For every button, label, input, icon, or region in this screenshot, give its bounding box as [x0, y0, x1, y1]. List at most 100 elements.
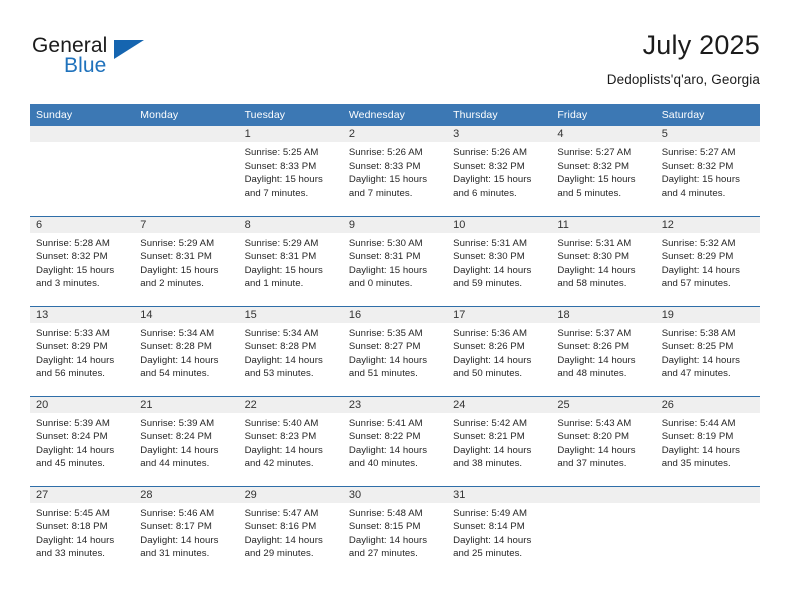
- calendar-day-cell[interactable]: 19 Sunrise: 5:38 AM Sunset: 8:25 PM Dayligh…: [655, 305, 760, 396]
- day-detail-line: and 25 minutes.: [453, 548, 523, 560]
- calendar-day-cell[interactable]: 20 Sunrise: 5:39 AM Sunset: 8:24 PM Dayligh…: [30, 395, 135, 486]
- day-number: 19: [655, 306, 760, 323]
- day-detail-line: Sunset: 8:19 PM: [661, 431, 734, 443]
- calendar-day-cell[interactable]: 28 Sunrise: 5:46 AM Sunset: 8:17 PM Dayligh…: [134, 485, 239, 576]
- day-detail-line: Sunset: 8:14 PM: [453, 521, 525, 533]
- day-detail-line: Daylight: 14 hours: [348, 444, 428, 456]
- day-detail-line: Daylight: 14 hours: [140, 444, 219, 456]
- calendar-day-cell[interactable]: 31 Sunrise: 5:49 AM Sunset: 8:14 PM Dayligh…: [447, 485, 552, 576]
- calendar-day-cell-empty: [30, 126, 135, 216]
- day-details: Sunrise: 5:27 AM Sunset: 8:32 PM Daylight:…: [551, 142, 655, 200]
- day-details: [134, 142, 238, 146]
- calendar-day-cell[interactable]: 26 Sunrise: 5:44 AM Sunset: 8:19 PM Dayligh…: [655, 395, 760, 486]
- calendar-day-cell[interactable]: 6 Sunrise: 5:28 AM Sunset: 8:32 PM Daylight…: [30, 215, 135, 306]
- day-detail-line: Daylight: 15 hours: [348, 264, 428, 276]
- day-details: Sunrise: 5:26 AM Sunset: 8:32 PM Daylight:…: [447, 142, 551, 200]
- calendar-day-cell[interactable]: 4 Sunrise: 5:27 AM Sunset: 8:32 PM Daylight…: [551, 126, 656, 216]
- day-detail-line: Daylight: 14 hours: [453, 444, 532, 456]
- calendar-day-cell-empty: [134, 126, 239, 216]
- day-number: 18: [551, 306, 656, 323]
- day-number: 5: [655, 126, 760, 142]
- day-detail-line: Sunrise: 5:27 AM: [661, 147, 736, 158]
- calendar-day-cell[interactable]: 18 Sunrise: 5:37 AM Sunset: 8:26 PM Dayligh…: [551, 305, 656, 396]
- calendar-day-cell[interactable]: 14 Sunrise: 5:34 AM Sunset: 8:28 PM Dayligh…: [134, 305, 239, 396]
- day-detail-line: Sunset: 8:21 PM: [453, 431, 525, 443]
- day-number: 22: [238, 396, 343, 413]
- day-details: Sunrise: 5:31 AM Sunset: 8:30 PM Daylight:…: [551, 233, 655, 291]
- calendar-day-cell[interactable]: 13 Sunrise: 5:33 AM Sunset: 8:29 PM Dayligh…: [30, 305, 135, 396]
- weekday-header-saturday: Saturday: [655, 104, 760, 126]
- day-detail-line: Sunrise: 5:26 AM: [348, 147, 423, 158]
- calendar-day-cell[interactable]: 10 Sunrise: 5:31 AM Sunset: 8:30 PM Dayligh…: [447, 215, 552, 306]
- calendar-day-cell-empty: [655, 485, 760, 576]
- calendar-day-cell[interactable]: 2 Sunrise: 5:26 AM Sunset: 8:33 PM Daylight…: [342, 126, 448, 216]
- calendar-week-row: 27 Sunrise: 5:45 AM Sunset: 8:18 PM Dayligh…: [30, 485, 760, 576]
- day-detail-line: Sunset: 8:31 PM: [244, 251, 317, 263]
- calendar-week-row: 6 Sunrise: 5:28 AM Sunset: 8:32 PM Daylight…: [30, 215, 760, 306]
- calendar-day-cell[interactable]: 16 Sunrise: 5:35 AM Sunset: 8:27 PM Dayligh…: [342, 305, 448, 396]
- day-detail-line: Daylight: 15 hours: [661, 174, 740, 186]
- day-detail-line: Sunset: 8:31 PM: [348, 251, 421, 263]
- calendar-day-cell[interactable]: 5 Sunrise: 5:27 AM Sunset: 8:32 PM Daylight…: [655, 126, 760, 216]
- calendar-day-cell[interactable]: 23 Sunrise: 5:41 AM Sunset: 8:22 PM Dayligh…: [342, 395, 448, 486]
- day-detail-line: Daylight: 14 hours: [36, 534, 115, 546]
- day-detail-line: and 37 minutes.: [557, 458, 627, 470]
- day-number: 20: [30, 396, 135, 413]
- calendar-day-cell[interactable]: 7 Sunrise: 5:29 AM Sunset: 8:31 PM Daylight…: [134, 215, 239, 306]
- day-detail-line: Sunset: 8:33 PM: [244, 160, 317, 172]
- calendar-day-cell[interactable]: 25 Sunrise: 5:43 AM Sunset: 8:20 PM Dayligh…: [551, 395, 656, 486]
- day-detail-line: and 54 minutes.: [140, 368, 210, 380]
- day-detail-line: Daylight: 15 hours: [244, 264, 323, 276]
- day-detail-line: Sunrise: 5:27 AM: [557, 147, 632, 158]
- calendar-day-cell[interactable]: 27 Sunrise: 5:45 AM Sunset: 8:18 PM Dayligh…: [30, 485, 135, 576]
- day-detail-line: Sunrise: 5:31 AM: [557, 237, 632, 249]
- day-detail-line: Sunrise: 5:31 AM: [453, 237, 527, 249]
- day-detail-line: and 59 minutes.: [453, 278, 523, 290]
- day-detail-line: and 35 minutes.: [661, 458, 731, 470]
- day-detail-line: Sunrise: 5:38 AM: [661, 327, 736, 339]
- day-details: Sunrise: 5:47 AM Sunset: 8:16 PM Daylight:…: [239, 503, 343, 561]
- logo-triangle-icon: [114, 40, 144, 59]
- calendar-day-cell[interactable]: 17 Sunrise: 5:36 AM Sunset: 8:26 PM Dayligh…: [447, 305, 552, 396]
- day-detail-line: Sunset: 8:30 PM: [453, 251, 525, 263]
- calendar-day-cell[interactable]: 30 Sunrise: 5:48 AM Sunset: 8:15 PM Dayligh…: [342, 485, 448, 576]
- day-detail-line: and 42 minutes.: [244, 458, 314, 470]
- calendar-day-cell[interactable]: 1 Sunrise: 5:25 AM Sunset: 8:33 PM Daylight…: [238, 126, 343, 216]
- day-detail-line: and 50 minutes.: [453, 368, 523, 380]
- calendar-day-cell[interactable]: 21 Sunrise: 5:39 AM Sunset: 8:24 PM Dayligh…: [134, 395, 239, 486]
- calendar-day-cell[interactable]: 24 Sunrise: 5:42 AM Sunset: 8:21 PM Dayligh…: [447, 395, 552, 486]
- day-number: 16: [342, 306, 448, 323]
- day-details: Sunrise: 5:25 AM Sunset: 8:33 PM Daylight:…: [239, 142, 343, 200]
- day-detail-line: Sunset: 8:16 PM: [244, 521, 317, 533]
- page-header: General Blue July 2025 Dedoplists'q'aro,…: [30, 28, 760, 96]
- day-details: [656, 503, 760, 507]
- day-detail-line: Sunset: 8:32 PM: [661, 160, 734, 172]
- calendar-day-cell[interactable]: 9 Sunrise: 5:30 AM Sunset: 8:31 PM Daylight…: [342, 215, 448, 306]
- day-details: Sunrise: 5:43 AM Sunset: 8:20 PM Daylight:…: [551, 413, 655, 471]
- day-detail-line: Daylight: 14 hours: [661, 264, 740, 276]
- calendar-day-cell[interactable]: 11 Sunrise: 5:31 AM Sunset: 8:30 PM Dayligh…: [551, 215, 656, 306]
- day-details: Sunrise: 5:27 AM Sunset: 8:32 PM Daylight:…: [656, 142, 760, 200]
- day-detail-line: and 3 minutes.: [36, 278, 100, 290]
- calendar-day-cell[interactable]: 8 Sunrise: 5:29 AM Sunset: 8:31 PM Daylight…: [238, 215, 343, 306]
- day-detail-line: and 51 minutes.: [348, 368, 418, 380]
- day-detail-line: and 44 minutes.: [140, 458, 210, 470]
- calendar-day-cell[interactable]: 22 Sunrise: 5:40 AM Sunset: 8:23 PM Dayligh…: [238, 395, 343, 486]
- day-number: 6: [30, 216, 135, 233]
- day-detail-line: and 7 minutes.: [348, 187, 413, 199]
- day-detail-line: and 40 minutes.: [348, 458, 418, 470]
- day-detail-line: and 2 minutes.: [140, 278, 204, 290]
- calendar-day-cell[interactable]: 12 Sunrise: 5:32 AM Sunset: 8:29 PM Dayligh…: [655, 215, 760, 306]
- day-detail-line: Sunset: 8:27 PM: [348, 341, 421, 353]
- day-detail-line: and 33 minutes.: [36, 548, 106, 560]
- day-details: Sunrise: 5:28 AM Sunset: 8:32 PM Daylight:…: [30, 233, 134, 291]
- calendar-day-cell[interactable]: 29 Sunrise: 5:47 AM Sunset: 8:16 PM Dayligh…: [238, 485, 343, 576]
- day-details: Sunrise: 5:39 AM Sunset: 8:24 PM Daylight:…: [30, 413, 134, 471]
- calendar-day-cell[interactable]: 15 Sunrise: 5:34 AM Sunset: 8:28 PM Dayligh…: [238, 305, 343, 396]
- calendar-day-cell[interactable]: 3 Sunrise: 5:26 AM Sunset: 8:32 PM Daylight…: [447, 126, 552, 216]
- general-blue-logo[interactable]: General Blue: [32, 34, 212, 86]
- calendar-week-row: 13 Sunrise: 5:33 AM Sunset: 8:29 PM Dayligh…: [30, 305, 760, 396]
- day-details: Sunrise: 5:44 AM Sunset: 8:19 PM Daylight:…: [656, 413, 760, 471]
- day-detail-line: Sunrise: 5:41 AM: [348, 417, 423, 429]
- day-detail-line: Daylight: 14 hours: [36, 444, 115, 456]
